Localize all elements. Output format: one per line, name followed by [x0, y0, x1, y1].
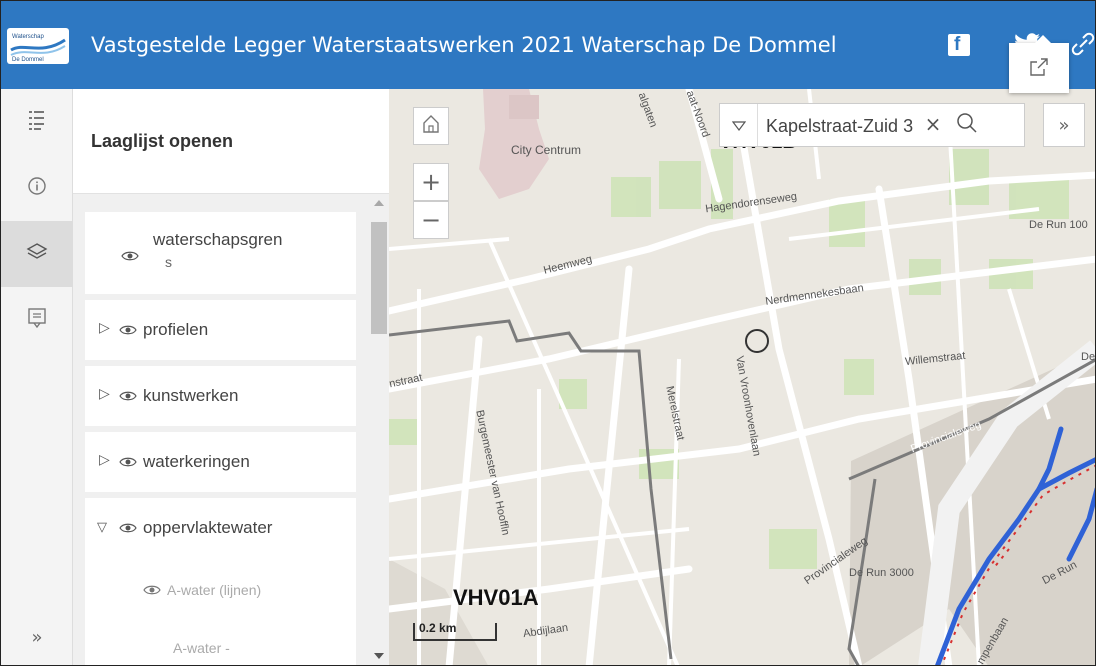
expand-triangle-icon[interactable]: ▷	[99, 320, 110, 336]
layer-item[interactable]: ▷ waterkeringen	[85, 432, 356, 492]
zoom-in-button[interactable]: +	[413, 163, 449, 201]
map-label: De Run 100	[1029, 219, 1088, 231]
sublayer-label[interactable]: A-water (lijnen)	[167, 582, 261, 598]
layer-item[interactable]: ▷ profielen	[85, 300, 356, 360]
search-source-dropdown[interactable]	[720, 104, 758, 146]
app-window: Waterschap De Dommel Vastgestelde Legger…	[0, 0, 1096, 666]
layer-label-continued: s	[165, 254, 172, 270]
layer-label: waterkeringen	[143, 452, 250, 471]
eye-icon[interactable]	[121, 250, 139, 262]
info-icon	[27, 176, 47, 200]
expand-triangle-icon[interactable]: ▷	[99, 452, 110, 468]
search-expand-button[interactable]: »	[1043, 103, 1085, 147]
clear-search-button[interactable]: ×	[920, 112, 946, 138]
panel-title: Laaglijst openen	[91, 131, 234, 151]
side-rail: »	[1, 89, 73, 665]
eye-icon[interactable]	[119, 390, 137, 402]
eye-icon[interactable]	[119, 522, 137, 534]
search-button[interactable]	[954, 110, 984, 140]
logo: Waterschap De Dommel	[7, 28, 69, 64]
collapse-triangle-icon[interactable]: ▽	[97, 520, 107, 535]
area-label: VHV01A	[453, 585, 539, 610]
expand-triangle-icon[interactable]: ▷	[99, 386, 110, 402]
scroll-up-arrow[interactable]	[374, 200, 384, 206]
home-icon	[421, 112, 441, 140]
layer-label: profielen	[143, 320, 209, 339]
external-link-icon[interactable]	[1029, 57, 1049, 81]
share-popup	[1009, 35, 1069, 93]
app-title: Vastgestelde Legger Waterstaatswerken 20…	[91, 33, 837, 57]
header: Waterschap De Dommel Vastgestelde Legger…	[1, 1, 1095, 89]
scroll-thumb[interactable]	[371, 222, 387, 334]
layers-icon	[26, 241, 48, 267]
legend-button[interactable]	[1, 89, 73, 155]
bookmark-icon	[27, 307, 47, 333]
eye-icon[interactable]	[119, 456, 137, 468]
layer-label: oppervlaktewater	[143, 518, 273, 537]
layer-label: waterschapsgren	[153, 230, 283, 249]
eye-icon[interactable]	[119, 324, 137, 336]
scale-label: 0.2 km	[419, 621, 457, 635]
search-icon	[954, 113, 980, 140]
layer-list-scrollbar[interactable]	[369, 194, 389, 665]
svg-text:Waterschap: Waterschap	[12, 34, 44, 40]
layers-button[interactable]	[1, 221, 73, 287]
facebook-icon[interactable]: f	[948, 34, 970, 56]
layer-panel: Laaglijst openen waterschapsgren s ▷ pro…	[73, 89, 389, 665]
link-icon[interactable]	[1071, 31, 1095, 57]
layer-list: waterschapsgren s ▷ profielen ▷ kunstwer…	[73, 194, 389, 665]
map-view[interactable]: City Centrum Hagendorenseweg Heemweg Ner…	[389, 89, 1096, 665]
caret-down-icon	[731, 116, 746, 135]
search-input[interactable]	[766, 114, 916, 138]
eye-icon[interactable]	[143, 584, 161, 596]
bookmark-button[interactable]	[1, 287, 73, 353]
info-button[interactable]	[1, 155, 73, 221]
layer-item[interactable]: waterschapsgren s	[85, 212, 356, 294]
legend-icon	[29, 109, 45, 135]
home-button[interactable]	[413, 107, 449, 145]
map-label: City Centrum	[511, 143, 582, 157]
panel-header: Laaglijst openen	[73, 89, 389, 194]
svg-text:De Dommel: De Dommel	[12, 57, 44, 63]
layer-label: kunstwerken	[143, 386, 239, 405]
layer-item[interactable]: ▷ kunstwerken	[85, 366, 356, 426]
map-label: De	[1081, 351, 1096, 363]
expand-rail-button[interactable]: »	[1, 617, 73, 657]
scroll-down-arrow[interactable]	[374, 653, 384, 659]
zoom-out-button[interactable]: −	[413, 201, 449, 239]
layer-item[interactable]: ▽ oppervlaktewater A-water (lijnen) A-wa…	[85, 498, 356, 665]
map-label: De Run 3000	[849, 567, 914, 579]
sublayer-label[interactable]: A-water -	[173, 640, 230, 656]
search-widget: ×	[719, 103, 1025, 147]
